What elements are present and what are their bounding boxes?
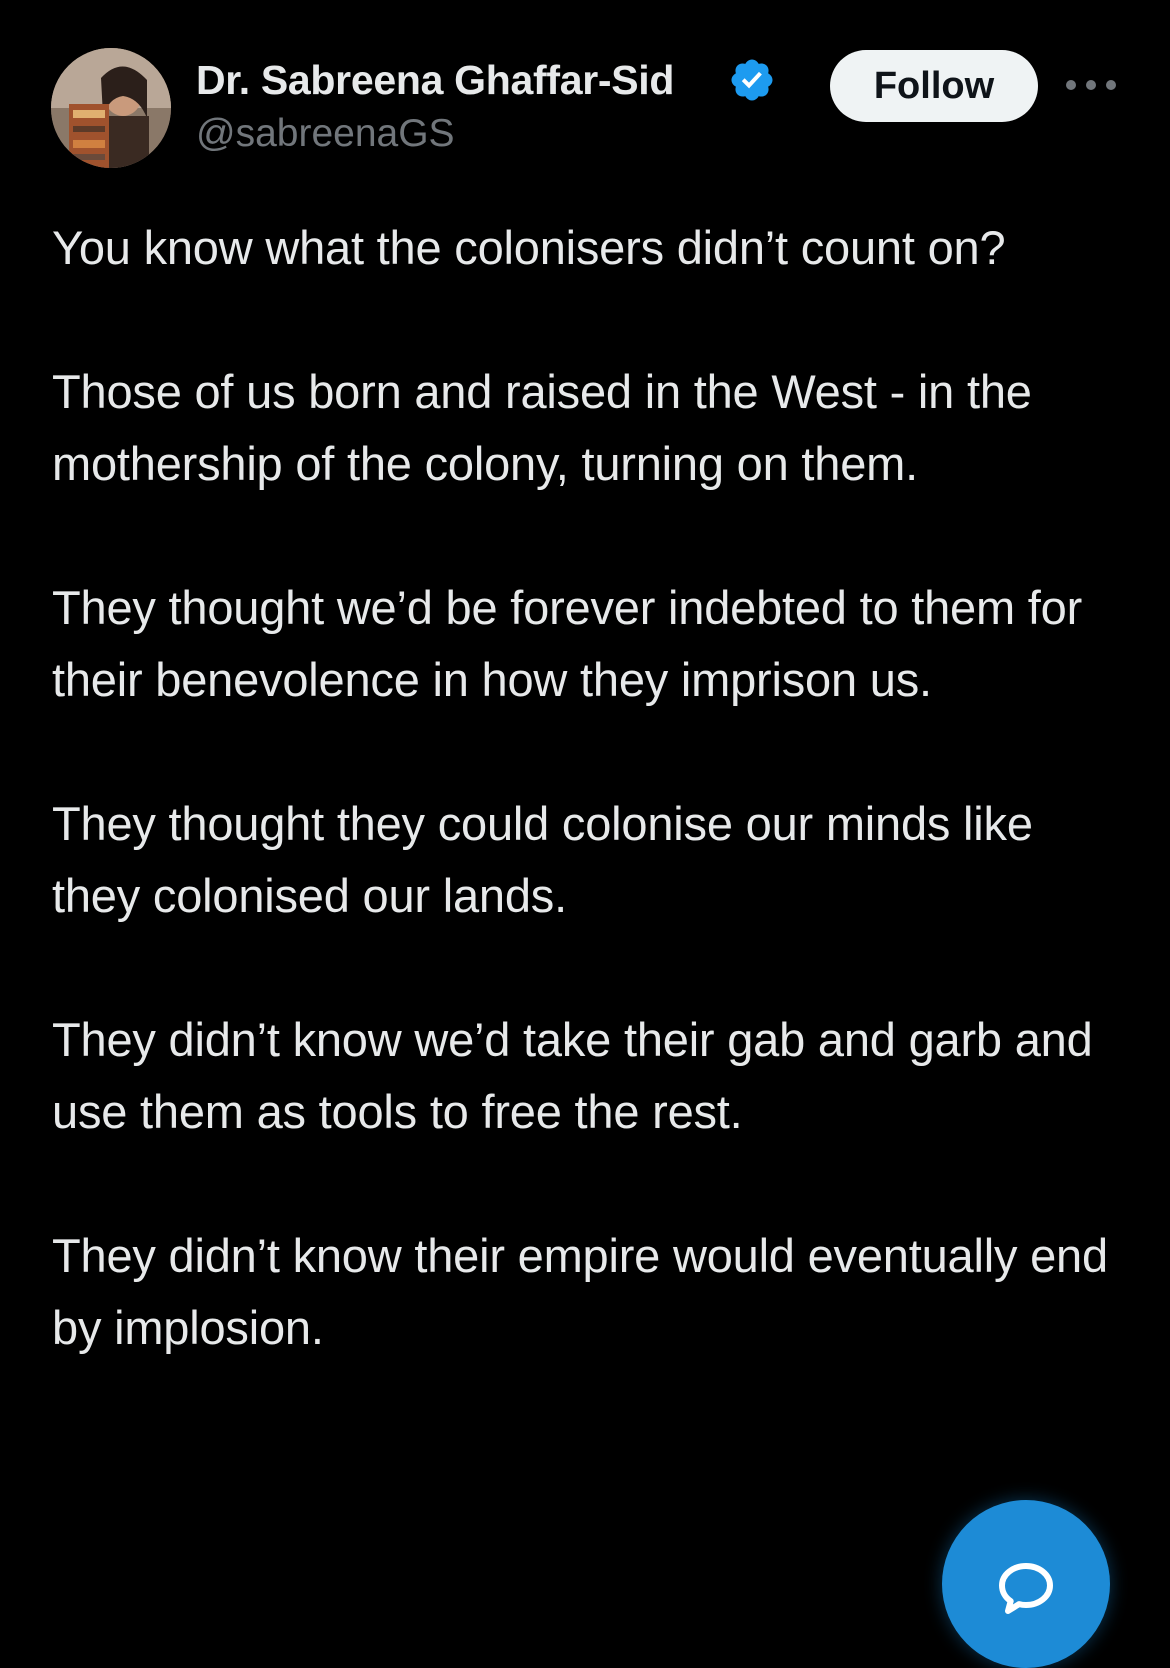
- tweet-paragraph: You know what the colonisers didn’t coun…: [52, 221, 1006, 274]
- reply-bubble-icon: [999, 1563, 1053, 1614]
- author-name-row: Dr. Sabreena Ghaffar-Sid: [196, 52, 776, 108]
- follow-button[interactable]: Follow: [830, 50, 1038, 122]
- tweet-paragraph: They didn’t know their empire would even…: [52, 1229, 1108, 1354]
- more-dot: [1086, 80, 1096, 90]
- author-avatar[interactable]: [51, 48, 171, 168]
- author-handle[interactable]: @sabreenaGS: [196, 112, 455, 156]
- tweet-text: You know what the colonisers didn’t coun…: [52, 212, 1132, 1436]
- tweet-paragraph: They didn’t know we’d take their gab and…: [52, 1013, 1093, 1138]
- tweet-paragraph: They thought we’d be forever indebted to…: [52, 581, 1083, 706]
- more-dot: [1106, 80, 1116, 90]
- tweet-header: Dr. Sabreena Ghaffar-Sid @sabreenaGS Fol…: [0, 0, 1170, 180]
- verified-badge-icon: [731, 59, 773, 101]
- author-display-name[interactable]: Dr. Sabreena Ghaffar-Sid: [196, 57, 732, 104]
- more-options-icon[interactable]: [1066, 70, 1116, 100]
- tweet-paragraph: They thought they could colonise our min…: [52, 797, 1033, 922]
- compose-reply-button[interactable]: [942, 1500, 1110, 1668]
- tweet-paragraph: Those of us born and raised in the West …: [52, 365, 1032, 490]
- more-dot: [1066, 80, 1076, 90]
